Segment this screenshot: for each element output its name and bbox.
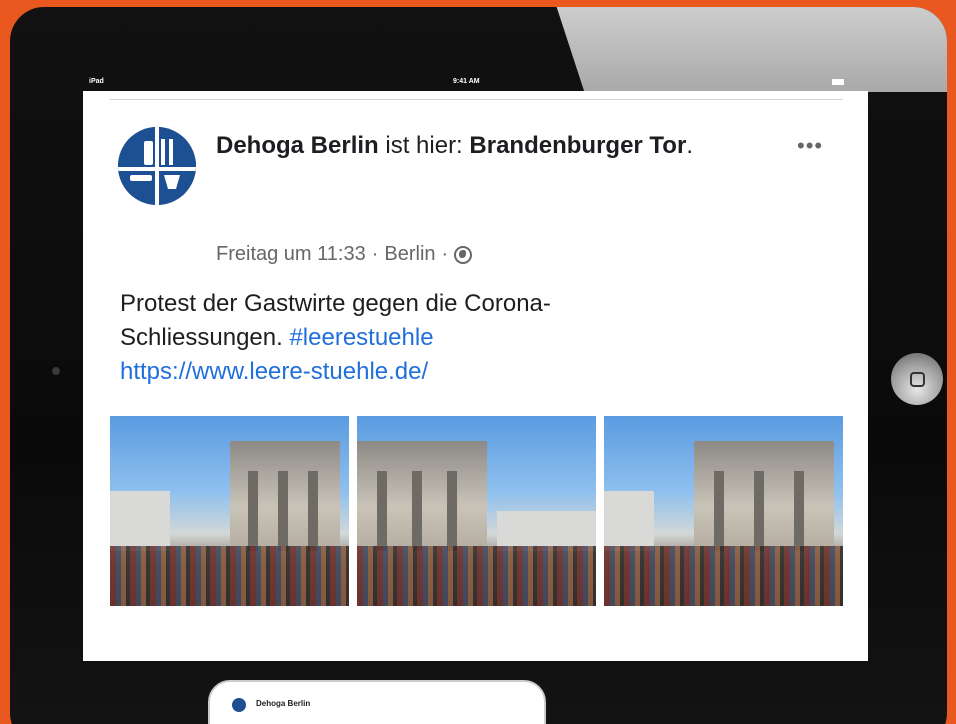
- photo-2[interactable]: [357, 416, 596, 606]
- action-text: ist hier:: [378, 132, 470, 159]
- chairs-crowd: [110, 546, 349, 606]
- chairs-crowd: [357, 546, 596, 606]
- globe-icon: [454, 245, 473, 264]
- building: [110, 491, 170, 551]
- avatar[interactable]: [118, 127, 196, 205]
- brandenburg-gate: [230, 441, 340, 551]
- status-carrier: iPad: [89, 78, 104, 85]
- gate-column: [377, 471, 387, 551]
- gate-column: [714, 471, 724, 551]
- post-timestamp[interactable]: Freitag um 11:33: [216, 243, 366, 266]
- mini-author-name: Dehoga Berlin: [256, 699, 311, 708]
- home-button-icon: [909, 371, 925, 387]
- more-options-icon[interactable]: •••: [797, 133, 823, 159]
- photo-1[interactable]: [110, 416, 349, 606]
- second-device-post: Dehoga Berlin: [208, 680, 546, 724]
- post-place[interactable]: Berlin: [384, 243, 435, 266]
- meta-separator: ·: [371, 243, 379, 265]
- mini-avatar: [232, 698, 246, 712]
- post-text-line2: Schliessungen. #leerestuehle: [120, 321, 820, 355]
- post-text: Protest der Gastwirte gegen die Corona- …: [120, 287, 820, 389]
- brandenburg-gate: [694, 441, 834, 551]
- battery-icon: [832, 79, 844, 85]
- gate-column: [248, 471, 258, 551]
- facebook-post-card: Dehoga Berlin ist hier: Brandenburger To…: [83, 91, 868, 661]
- gate-column: [447, 471, 457, 551]
- front-camera: [52, 367, 60, 375]
- building: [497, 511, 596, 551]
- building: [604, 491, 654, 551]
- external-link[interactable]: https://www.leere-stuehle.de/: [120, 355, 820, 389]
- post-meta: Freitag um 11:33 · Berlin ·: [216, 243, 473, 266]
- meta-separator-2: ·: [441, 243, 449, 265]
- photo-grid: [110, 416, 843, 606]
- post-text-line1: Protest der Gastwirte gegen die Corona-: [120, 290, 551, 317]
- status-bar: iPad 9:41 AM: [83, 75, 848, 91]
- author-name[interactable]: Dehoga Berlin: [216, 132, 379, 159]
- photo-3[interactable]: [604, 416, 843, 606]
- hashtag-link[interactable]: #leerestuehle: [289, 324, 433, 351]
- dehoga-logo-icon: [118, 127, 196, 205]
- gate-column: [794, 471, 804, 551]
- gate-column: [308, 471, 318, 551]
- chairs-crowd: [604, 546, 843, 606]
- location-name[interactable]: Brandenburger Tor: [469, 132, 686, 159]
- gate-column: [754, 471, 764, 551]
- location-suffix: .: [686, 132, 693, 159]
- gate-column: [278, 471, 288, 551]
- home-button[interactable]: [891, 353, 943, 405]
- post-text-line2-start: Schliessungen.: [120, 324, 290, 351]
- post-header: Dehoga Berlin ist hier: Brandenburger To…: [216, 129, 746, 163]
- brandenburg-gate: [357, 441, 487, 551]
- status-time: 9:41 AM: [453, 78, 480, 85]
- gate-column: [412, 471, 422, 551]
- divider: [110, 99, 843, 100]
